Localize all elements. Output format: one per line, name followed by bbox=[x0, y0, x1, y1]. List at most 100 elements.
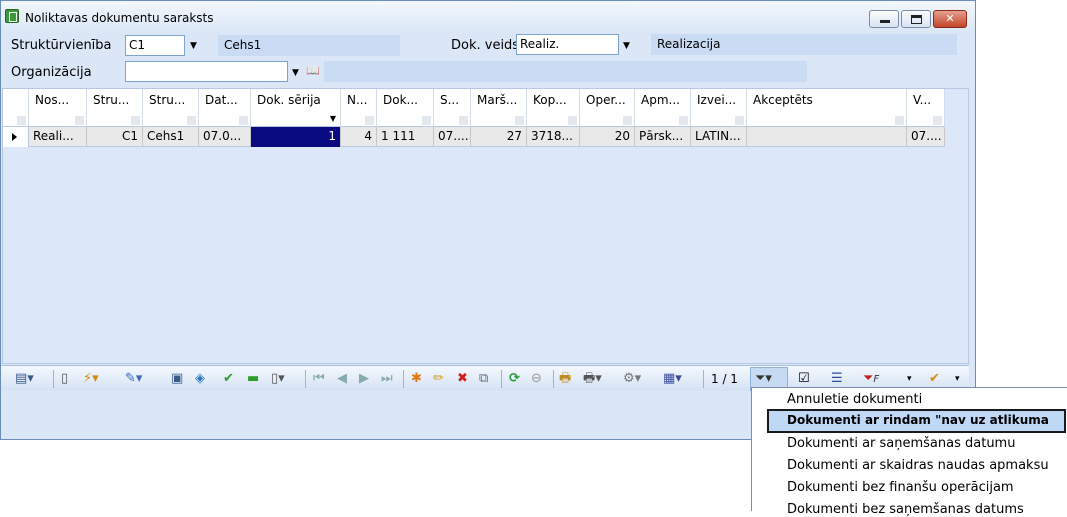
toolbar-separator bbox=[501, 370, 502, 388]
columns-icon[interactable]: ☰ bbox=[831, 371, 843, 387]
print-menu-icon[interactable]: 🖶▾ bbox=[583, 371, 602, 387]
minimize-button[interactable] bbox=[869, 10, 899, 28]
menu-item[interactable]: Dokumenti ar skaidras naudas apmaksu bbox=[787, 458, 1049, 473]
overflow-icon[interactable]: ▾ bbox=[907, 371, 912, 387]
last-record-icon[interactable]: ⏭ bbox=[381, 371, 393, 387]
export-menu-icon[interactable]: ▦▾ bbox=[663, 371, 682, 387]
column-header-sorted[interactable]: Dok. sērija ▼ bbox=[251, 89, 341, 127]
minus-icon[interactable]: ▬ bbox=[247, 371, 259, 387]
close-icon: ✕ bbox=[945, 12, 955, 25]
edit-menu-icon[interactable]: ✎▾ bbox=[125, 371, 142, 387]
organizacija-label: Organizācija bbox=[11, 65, 92, 80]
delete-icon[interactable]: ✖ bbox=[457, 371, 468, 387]
table-cell[interactable]: 27 bbox=[471, 127, 527, 147]
column-header[interactable]: Kop... bbox=[527, 89, 580, 127]
table-cell[interactable]: 07.... bbox=[907, 127, 945, 147]
struktur-code-field[interactable]: C1 bbox=[125, 35, 185, 56]
document-menu-icon[interactable]: ▤▾ bbox=[15, 371, 34, 387]
checkbox-select-icon[interactable]: ☑ bbox=[798, 371, 810, 387]
sort-desc-icon: ▼ bbox=[329, 114, 336, 123]
document-list-window: Noliktavas dokumentu saraksts ✕ Struktūr… bbox=[0, 0, 976, 440]
column-header[interactable]: N... bbox=[341, 89, 377, 127]
column-header[interactable]: Apm... bbox=[635, 89, 691, 127]
table-cell[interactable]: 4 bbox=[341, 127, 377, 147]
documents-grid: Nos... Stru... Stru... Dat... Dok. sērij… bbox=[2, 88, 969, 364]
prev-record-icon[interactable]: ◀ bbox=[337, 371, 347, 387]
organizacija-field[interactable] bbox=[125, 61, 288, 82]
settings-menu-icon[interactable]: ⚙▾ bbox=[623, 371, 641, 387]
toolbar-separator bbox=[403, 370, 404, 388]
refresh-icon[interactable]: ⟳ bbox=[509, 371, 520, 387]
menu-item-selected[interactable]: Dokumenti ar rindam "nav uz atlikuma bbox=[767, 409, 1066, 433]
overflow-icon[interactable]: ▾ bbox=[955, 371, 960, 387]
table-cell[interactable]: 1 111 bbox=[377, 127, 434, 147]
table-cell[interactable] bbox=[747, 127, 907, 147]
toolbar-separator bbox=[703, 370, 704, 388]
refresh-doc-icon[interactable]: ◈ bbox=[195, 371, 205, 387]
column-header[interactable]: Dat... bbox=[199, 89, 251, 127]
document-options-icon[interactable]: ▯▾ bbox=[271, 371, 285, 387]
check-icon[interactable]: ✔ bbox=[223, 371, 234, 387]
column-header[interactable]: Nos... bbox=[29, 89, 87, 127]
selected-cell[interactable]: 1 bbox=[251, 127, 341, 147]
column-header[interactable]: Stru... bbox=[87, 89, 143, 127]
column-header[interactable]: Izvei... bbox=[691, 89, 747, 127]
toolbar-separator bbox=[53, 370, 54, 388]
organizacija-name-field bbox=[324, 61, 807, 82]
new-document-icon[interactable]: ▯ bbox=[61, 371, 68, 387]
struktur-dropdown-icon[interactable]: ▼ bbox=[190, 41, 197, 51]
maximize-button[interactable] bbox=[901, 10, 931, 28]
menu-item[interactable]: Annuletie dokumenti bbox=[787, 392, 922, 407]
print-preview-icon[interactable]: 🖶 bbox=[559, 371, 571, 387]
column-header[interactable]: Stru... bbox=[143, 89, 199, 127]
title-bar: Noliktavas dokumentu saraksts ✕ bbox=[1, 1, 975, 31]
table-cell[interactable]: Reali... bbox=[29, 127, 87, 147]
copy-icon[interactable]: ⧉ bbox=[479, 371, 488, 387]
grid-header: Nos... Stru... Stru... Dat... Dok. sērij… bbox=[3, 89, 945, 127]
toolbar-separator bbox=[553, 370, 554, 388]
table-cell[interactable]: 3718... bbox=[527, 127, 580, 147]
first-record-icon[interactable]: ⏮ bbox=[313, 371, 325, 387]
table-cell[interactable]: 20 bbox=[580, 127, 635, 147]
dok-veids-dropdown-icon[interactable]: ▼ bbox=[623, 41, 630, 51]
app-icon bbox=[5, 9, 19, 23]
filter-icon: ⏷▾ bbox=[755, 371, 772, 386]
cancel-icon[interactable]: ⊖ bbox=[531, 371, 542, 387]
organizacija-dropdown-icon[interactable]: ▼ bbox=[292, 68, 299, 78]
row-indicator-header bbox=[3, 89, 29, 127]
window-title: Noliktavas dokumentu saraksts bbox=[25, 11, 214, 25]
dok-veids-field[interactable]: Realiz. bbox=[516, 34, 619, 55]
column-header[interactable]: V... bbox=[907, 89, 945, 127]
menu-item[interactable]: Dokumenti bez saņemšanas datums bbox=[787, 502, 1024, 517]
struktur-label: Struktūrvienība bbox=[11, 38, 112, 53]
table-cell[interactable]: 07.... bbox=[434, 127, 471, 147]
column-header[interactable]: Dok... bbox=[377, 89, 434, 127]
save-icon[interactable]: ▣ bbox=[171, 371, 183, 387]
menu-item[interactable]: Dokumenti bez finanšu operācijam bbox=[787, 480, 1014, 495]
table-cell[interactable]: Cehs1 bbox=[143, 127, 199, 147]
table-cell[interactable]: 07.0... bbox=[199, 127, 251, 147]
next-record-icon[interactable]: ▶ bbox=[359, 371, 369, 387]
close-button[interactable]: ✕ bbox=[933, 10, 967, 28]
column-header[interactable]: Marš... bbox=[471, 89, 527, 127]
new-record-icon[interactable]: ✱ bbox=[411, 371, 422, 387]
filter-dropdown-menu: Annuletie dokumenti Dokumenti ar rindam … bbox=[751, 387, 1067, 517]
book-lookup-icon[interactable]: 📖 bbox=[306, 64, 320, 77]
wizard-icon[interactable]: ⚡▾ bbox=[83, 371, 99, 387]
column-header[interactable]: Oper... bbox=[580, 89, 635, 127]
minimize-icon bbox=[880, 20, 890, 23]
table-cell[interactable]: Pārsk... bbox=[635, 127, 691, 147]
struktur-name-field: Cehs1 bbox=[218, 35, 400, 56]
confirm-icon[interactable]: ✔ bbox=[929, 371, 940, 387]
current-row-indicator bbox=[3, 127, 29, 147]
column-header[interactable]: Akceptēts bbox=[747, 89, 907, 127]
column-header[interactable]: S... bbox=[434, 89, 471, 127]
menu-item[interactable]: Dokumenti ar saņemšanas datumu bbox=[787, 436, 1015, 451]
table-cell[interactable]: C1 bbox=[87, 127, 143, 147]
column-header-label: Dok. sērija bbox=[257, 93, 321, 107]
table-row[interactable]: Reali... C1 Cehs1 07.0... 1 4 1 111 07..… bbox=[29, 127, 945, 147]
table-cell[interactable]: LATIN... bbox=[691, 127, 747, 147]
dok-veids-label: Dok. veids bbox=[451, 38, 520, 53]
clear-filter-icon[interactable]: ⏷F bbox=[863, 371, 879, 387]
edit-pencil-icon[interactable]: ✏ bbox=[433, 371, 444, 387]
